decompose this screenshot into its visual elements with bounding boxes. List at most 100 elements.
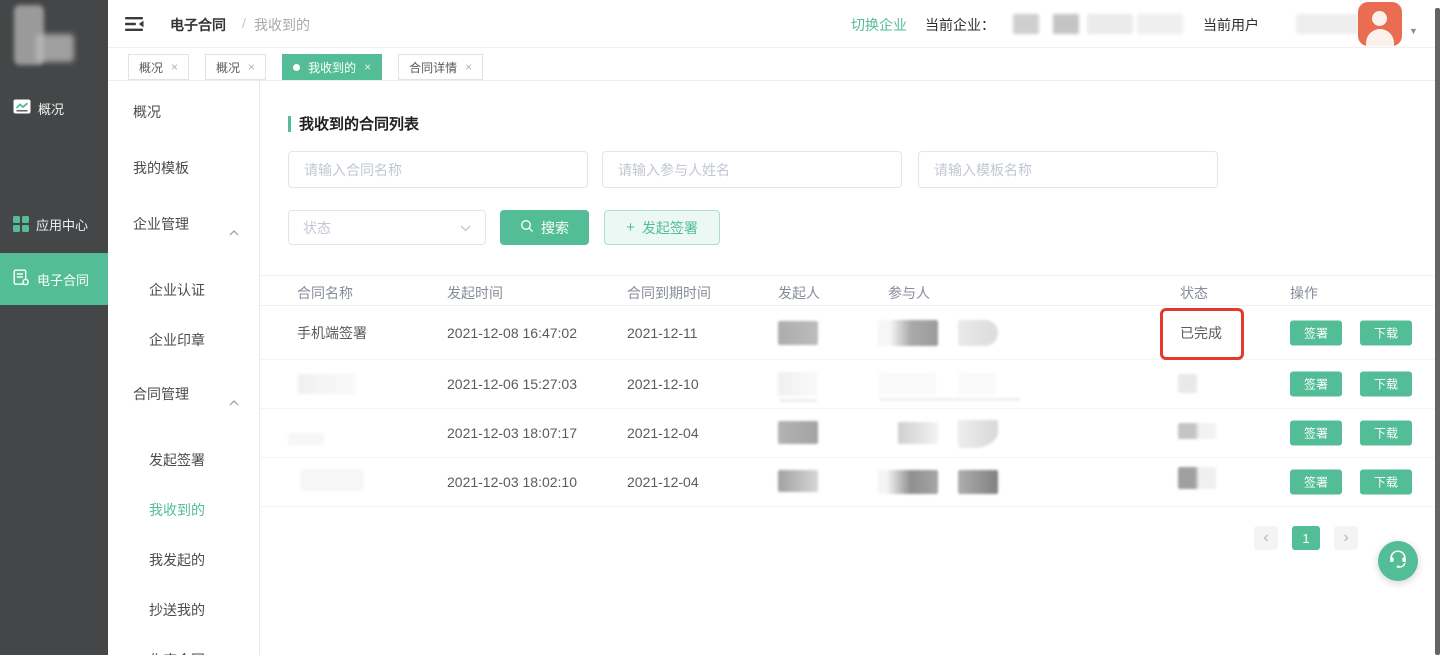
status-select[interactable]: 状态 [288,210,486,245]
download-button[interactable]: 下载 [1360,320,1412,345]
sidebar-item-label: 电子合同 [37,270,89,289]
tab-received[interactable]: 我收到的 × [282,54,382,80]
tab-overview-2[interactable]: 概况 × [205,54,266,80]
sidebar-item-app-center[interactable]: 应用中心 [0,210,108,238]
sign-button[interactable]: 签署 [1290,320,1342,345]
template-name-input[interactable] [918,151,1218,188]
cell-start-time: 2021-12-03 18:07:17 [447,425,577,441]
menu-item-enterprise-auth[interactable]: 企业认证 [108,280,259,300]
menu-group-enterprise-mgmt[interactable]: 企业管理 [108,214,259,234]
redacted-status [1178,423,1216,439]
close-icon[interactable]: × [364,61,371,73]
menu-item-voided[interactable]: 作废合同 [108,650,259,655]
customer-service-button[interactable] [1378,541,1418,581]
cell-expire-time: 2021-12-11 [627,325,698,341]
active-dot-icon [293,64,300,71]
download-button[interactable]: 下载 [1360,421,1412,446]
contract-name-input[interactable] [288,151,588,188]
breadcrumb-root[interactable]: 电子合同 [170,15,226,35]
cell-contract-name: 手机端签署 [297,323,367,343]
sign-button[interactable]: 签署 [1290,470,1342,495]
chevron-up-icon [229,391,239,411]
redacted-participant [958,373,996,395]
menu-item-my-templates[interactable]: 我的模板 [108,158,259,178]
menu-label: 我收到的 [149,502,205,518]
col-header-expire-time: 合同到期时间 [627,283,711,303]
prev-page-button[interactable]: ‹ [1254,526,1278,550]
menu-item-initiate-sign[interactable]: 发起签署 [108,450,259,470]
chevron-up-icon [229,221,239,241]
page-number-button[interactable]: 1 [1292,526,1320,550]
redacted-participant [898,422,938,444]
menu-label: 企业管理 [133,216,189,232]
sidebar-item-overview[interactable]: 概况 [0,94,108,122]
redacted-status [1178,467,1216,489]
initiate-sign-button[interactable]: + 发起签署 [604,210,720,245]
menu-item-received[interactable]: 我收到的 [108,500,259,520]
close-icon[interactable]: × [465,61,472,73]
menu-label: 企业认证 [149,282,205,298]
close-icon[interactable]: × [248,61,255,73]
redacted-contract-name [298,374,356,394]
annotation-highlight [1160,308,1244,360]
redacted-initiator [778,372,818,396]
tab-label: 概况 [216,59,240,76]
tab-label: 合同详情 [409,59,457,76]
menu-item-initiated[interactable]: 我发起的 [108,550,259,570]
col-header-name: 合同名称 [297,283,353,303]
menu-label: 概况 [133,104,161,120]
redacted-participant [958,420,998,448]
redacted-participant [878,373,936,395]
redacted-participant [878,470,938,494]
avatar-head-shape [1372,11,1387,26]
search-button[interactable]: 搜索 [500,210,589,245]
download-button[interactable]: 下载 [1360,470,1412,495]
tab-label: 我收到的 [308,59,356,76]
table-header-row: 合同名称 发起时间 合同到期时间 发起人 参与人 状态 操作 [260,275,1440,306]
next-page-button[interactable]: › [1334,526,1358,550]
redacted-participant [958,470,998,494]
tab-overview-1[interactable]: 概况 × [128,54,189,80]
search-button-label: 搜索 [541,218,569,238]
chart-icon [13,99,31,117]
sign-button[interactable]: 签署 [1290,421,1342,446]
scrollbar-thumb[interactable] [1435,8,1440,655]
col-header-participants: 参与人 [888,283,930,303]
menu-group-contract-mgmt[interactable]: 合同管理 [108,384,259,404]
download-button[interactable]: 下载 [1360,372,1412,397]
menu-item-cc-me[interactable]: 抄送我的 [108,600,259,620]
table-row: 2021-12-06 15:27:03 2021-12-10 签署 下载 [260,360,1440,409]
secondary-sidebar: 概况 我的模板 企业管理 企业认证 企业印章 合同管理 发起签署 我收到的 我发… [108,81,260,655]
caret-down-icon[interactable]: ▼ [1409,26,1418,36]
switch-enterprise-link[interactable]: 切换企业 [851,15,907,35]
table-row: 手机端签署 2021-12-08 16:47:02 2021-12-11 已完成… [260,306,1440,360]
redacted-contract-name [300,469,364,491]
menu-label: 我发起的 [149,552,205,568]
table-row: 2021-12-03 18:07:17 2021-12-04 签署 下载 [260,409,1440,458]
menu-label: 发起签署 [149,452,205,468]
contract-doc-icon [13,269,30,289]
redacted-enterprise-name [1137,14,1183,34]
menu-item-overview[interactable]: 概况 [108,102,259,122]
participant-name-input[interactable] [602,151,902,188]
cell-start-time: 2021-12-08 16:47:02 [447,325,577,341]
search-icon [520,219,534,236]
menu-label: 抄送我的 [149,602,205,618]
cell-start-time: 2021-12-03 18:02:10 [447,474,577,490]
sidebar-item-e-contract[interactable]: 电子合同 [0,253,108,305]
tab-contract-detail[interactable]: 合同详情 × [398,54,483,80]
close-icon[interactable]: × [171,61,178,73]
plus-icon: + [626,220,635,235]
title-accent-bar [288,116,291,132]
avatar[interactable] [1358,2,1402,46]
menu-fold-icon[interactable] [125,16,145,32]
sidebar-item-label: 概况 [38,99,64,118]
status-select-value: 状态 [303,218,331,238]
menu-item-enterprise-seal[interactable]: 企业印章 [108,330,259,350]
sign-button[interactable]: 签署 [1290,372,1342,397]
current-user-label: 当前用户 [1203,15,1259,35]
menu-label: 我的模板 [133,160,189,176]
redacted-contract-name [288,433,324,445]
redacted-participant [958,320,998,346]
col-header-initiator: 发起人 [778,283,820,303]
